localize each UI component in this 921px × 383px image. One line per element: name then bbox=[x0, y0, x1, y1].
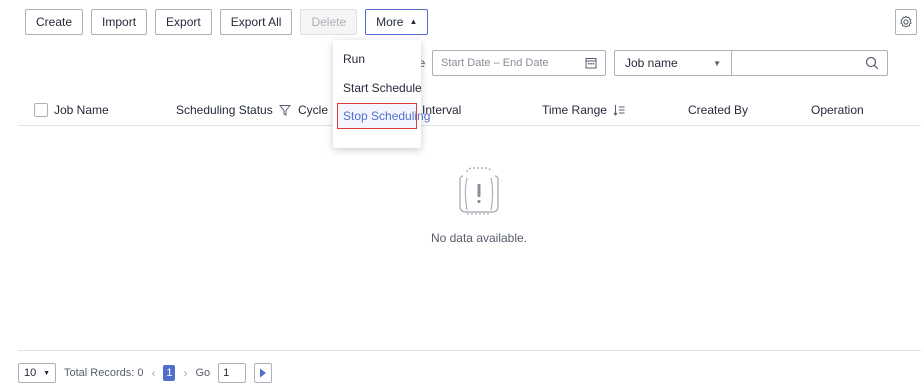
create-button[interactable]: Create bbox=[25, 9, 84, 35]
go-label: Go bbox=[195, 367, 211, 379]
chevron-up-icon: ▲ bbox=[409, 17, 418, 26]
toolbar: Create Import Export Export All Delete M… bbox=[25, 9, 429, 35]
search-icon[interactable] bbox=[865, 56, 879, 70]
search-field-selected: Job name bbox=[625, 56, 678, 70]
current-page-number[interactable]: 1 bbox=[163, 365, 176, 381]
empty-data-icon bbox=[459, 167, 499, 215]
empty-state-text: No data available. bbox=[430, 231, 528, 245]
more-button[interactable]: More ▲ bbox=[365, 9, 429, 35]
page-size-value: 10 bbox=[24, 367, 37, 379]
column-cycle: Cycle bbox=[298, 94, 328, 126]
more-button-label: More bbox=[376, 15, 404, 29]
import-button[interactable]: Import bbox=[91, 9, 148, 35]
calendar-icon bbox=[585, 58, 597, 69]
search-field-select[interactable]: Job name ▼ bbox=[614, 50, 732, 76]
chevron-right-icon[interactable]: › bbox=[183, 366, 187, 380]
column-job-name: Job Name bbox=[34, 94, 109, 126]
column-label: Created By bbox=[688, 103, 749, 117]
menu-item-stop-scheduling[interactable]: Stop Scheduling bbox=[337, 103, 430, 129]
total-records: Total Records: 0 bbox=[64, 367, 144, 379]
export-button[interactable]: Export bbox=[155, 9, 212, 35]
more-dropdown-menu: Run Start Schedule Stop Scheduling bbox=[333, 40, 430, 148]
column-operation: Operation bbox=[811, 94, 864, 126]
chevron-down-icon: ▼ bbox=[713, 58, 721, 68]
settings-button[interactable] bbox=[895, 9, 917, 35]
go-button[interactable] bbox=[254, 363, 273, 383]
play-icon bbox=[260, 368, 267, 378]
chevron-down-icon: ▼ bbox=[43, 369, 50, 377]
select-all-checkbox[interactable] bbox=[34, 103, 48, 117]
menu-item-start-schedule[interactable]: Start Schedule bbox=[333, 75, 422, 101]
table-footer-divider bbox=[18, 350, 921, 351]
column-label: Cycle bbox=[298, 103, 329, 117]
column-label: Time Range bbox=[542, 103, 607, 117]
search-input[interactable] bbox=[735, 54, 855, 72]
page-size-select[interactable]: 10 ▼ bbox=[18, 363, 56, 383]
column-label: Scheduling Status bbox=[176, 103, 273, 117]
column-label: Job Name bbox=[54, 103, 109, 117]
filter-icon[interactable] bbox=[278, 104, 291, 116]
table-header: Job Name Scheduling Status Cycle Interva… bbox=[18, 94, 921, 126]
empty-state: No data available. bbox=[404, 166, 554, 245]
export-all-button[interactable]: Export All bbox=[219, 9, 293, 35]
sort-icon[interactable] bbox=[613, 104, 625, 116]
date-range-picker[interactable]: Start Date – End Date bbox=[432, 50, 606, 76]
date-range-placeholder: Start Date – End Date bbox=[441, 57, 549, 69]
pagination: 10 ▼ Total Records: 0 ‹ 1 › Go 1 bbox=[18, 363, 273, 383]
gear-icon bbox=[900, 15, 912, 28]
column-time-range: Time Range bbox=[542, 94, 625, 126]
column-scheduling-status: Scheduling Status bbox=[176, 94, 291, 126]
delete-button[interactable]: Delete bbox=[300, 9, 358, 35]
search-box bbox=[731, 50, 888, 76]
go-page-input[interactable]: 1 bbox=[218, 363, 247, 383]
menu-item-run[interactable]: Run bbox=[333, 46, 421, 72]
column-created-by: Created By bbox=[688, 94, 748, 126]
chevron-left-icon[interactable]: ‹ bbox=[151, 366, 155, 380]
column-label: Operation bbox=[811, 103, 864, 117]
